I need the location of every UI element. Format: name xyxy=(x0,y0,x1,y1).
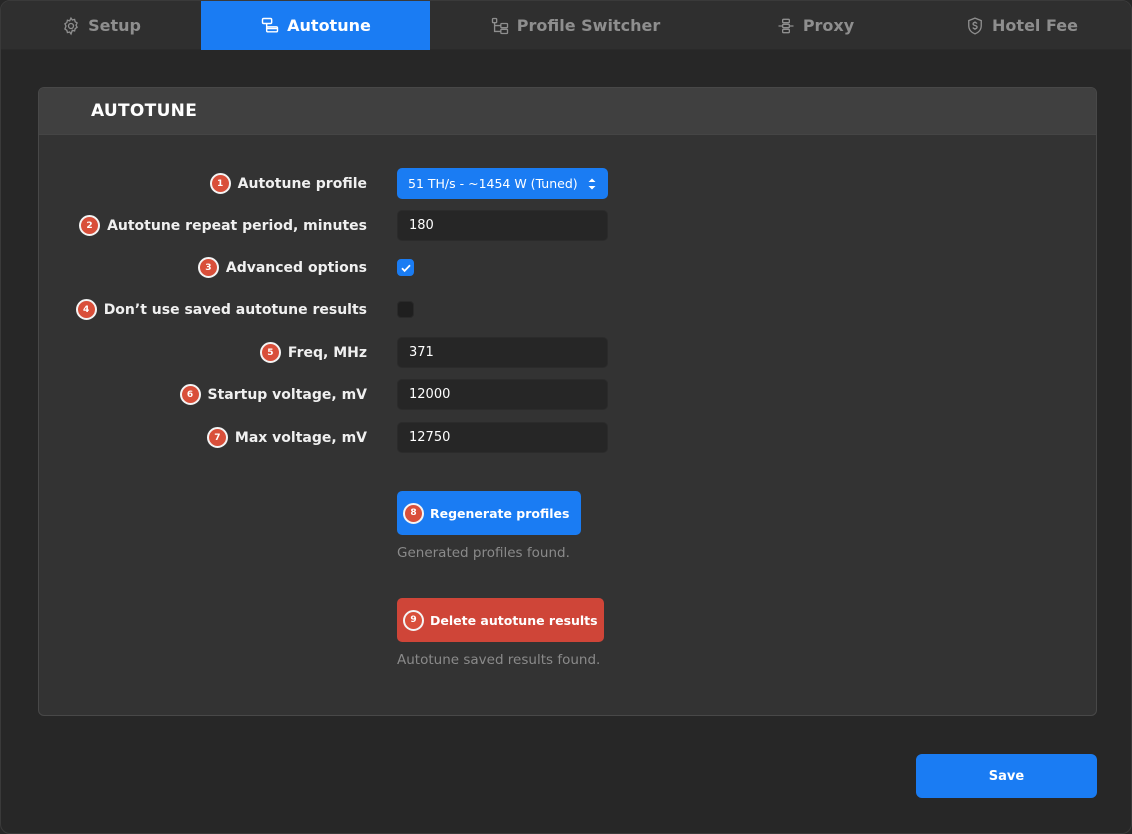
regenerate-profiles-button[interactable]: 8 Regenerate profiles xyxy=(397,491,581,535)
max-voltage-input[interactable]: 12750 xyxy=(397,422,608,453)
dont-use-saved-label: 4 Don’t use saved autotune results xyxy=(75,294,367,325)
max-voltage-label: 7 Max voltage, mV xyxy=(206,422,367,453)
freq-label: 5 Freq, MHz xyxy=(259,337,367,368)
tab-hotel-fee[interactable]: Hotel Fee xyxy=(910,1,1131,50)
row-startup-voltage: 6 Startup voltage, mV 12000 xyxy=(39,379,1096,410)
repeat-period-label: 2 Autotune repeat period, minutes xyxy=(79,210,367,241)
freq-input[interactable]: 371 xyxy=(397,337,608,368)
save-button[interactable]: Save xyxy=(916,754,1097,798)
row-freq: 5 Freq, MHz 371 xyxy=(39,337,1096,368)
select-arrows-icon xyxy=(588,178,596,190)
step-badge: 6 xyxy=(179,384,201,405)
app-window: Setup Autotune Profile Switcher Proxy Ho… xyxy=(0,0,1132,834)
row-max-voltage: 7 Max voltage, mV 12750 xyxy=(39,422,1096,453)
startup-voltage-input[interactable]: 12000 xyxy=(397,379,608,410)
step-badge: 4 xyxy=(75,299,97,320)
tab-hotel-fee-label: Hotel Fee xyxy=(992,16,1078,35)
tab-autotune[interactable]: Autotune xyxy=(201,1,430,50)
startup-voltage-label-text: Startup voltage, mV xyxy=(207,386,368,403)
proxy-icon xyxy=(778,18,794,33)
step-badge: 2 xyxy=(79,215,101,236)
card-header: AUTOTUNE xyxy=(39,88,1096,135)
repeat-period-label-text: Autotune repeat period, minutes xyxy=(107,217,367,234)
tab-autotune-label: Autotune xyxy=(287,16,371,35)
advanced-options-label: 3 Advanced options xyxy=(197,252,367,283)
autotune-profile-select[interactable]: 51 TH/s - ~1454 W (Tuned) xyxy=(397,168,608,199)
dont-use-saved-checkbox[interactable] xyxy=(397,301,414,318)
row-repeat-period: 2 Autotune repeat period, minutes 180 xyxy=(39,210,1096,241)
tab-proxy-label: Proxy xyxy=(802,16,855,35)
delete-autotune-results-button[interactable]: 9 Delete autotune results xyxy=(397,598,604,642)
step-badge: 8 xyxy=(403,502,424,524)
repeat-period-input[interactable]: 180 xyxy=(397,210,608,241)
checkmark-icon xyxy=(401,264,411,273)
regenerate-profiles-label: Regenerate profiles xyxy=(430,505,570,521)
tab-setup[interactable]: Setup xyxy=(1,1,201,50)
row-autotune-profile: 1 Autotune profile 51 TH/s - ~1454 W (Tu… xyxy=(39,168,1096,199)
tab-bar: Setup Autotune Profile Switcher Proxy Ho… xyxy=(1,1,1131,50)
max-voltage-label-text: Max voltage, mV xyxy=(234,429,367,446)
step-badge: 3 xyxy=(197,257,219,278)
autotune-profile-label: 1 Autotune profile xyxy=(209,168,367,199)
tab-setup-label: Setup xyxy=(88,16,141,35)
gear-icon xyxy=(64,16,79,35)
step-badge: 9 xyxy=(403,609,424,631)
step-badge: 7 xyxy=(206,427,228,448)
step-badge: 1 xyxy=(209,173,231,194)
step-badge: 5 xyxy=(259,342,281,363)
delete-hint: Autotune saved results found. xyxy=(397,652,601,668)
autotune-profile-label-text: Autotune profile xyxy=(237,175,367,192)
tab-profile-switcher-label: Profile Switcher xyxy=(516,16,661,35)
dont-use-saved-label-text: Don’t use saved autotune results xyxy=(103,301,367,318)
advanced-options-label-text: Advanced options xyxy=(225,259,367,276)
row-dont-use-saved: 4 Don’t use saved autotune results xyxy=(39,294,1096,325)
row-advanced-options: 3 Advanced options xyxy=(39,252,1096,283)
tab-proxy[interactable]: Proxy xyxy=(720,1,910,50)
tab-profile-switcher[interactable]: Profile Switcher xyxy=(430,1,720,50)
delete-autotune-results-label: Delete autotune results xyxy=(430,612,598,628)
hierarchy-icon xyxy=(491,17,508,34)
shield-dollar-icon xyxy=(968,16,982,35)
autotune-card: AUTOTUNE 1 Autotune profile 51 TH/s - ~1… xyxy=(38,87,1097,716)
card-title: AUTOTUNE xyxy=(91,101,198,121)
freq-label-text: Freq, MHz xyxy=(287,344,367,361)
regenerate-hint: Generated profiles found. xyxy=(397,545,570,561)
advanced-options-checkbox[interactable] xyxy=(397,259,414,276)
startup-voltage-label: 6 Startup voltage, mV xyxy=(179,379,368,410)
autotune-profile-value: 51 TH/s - ~1454 W (Tuned) xyxy=(408,176,578,191)
autotune-icon xyxy=(261,17,279,33)
